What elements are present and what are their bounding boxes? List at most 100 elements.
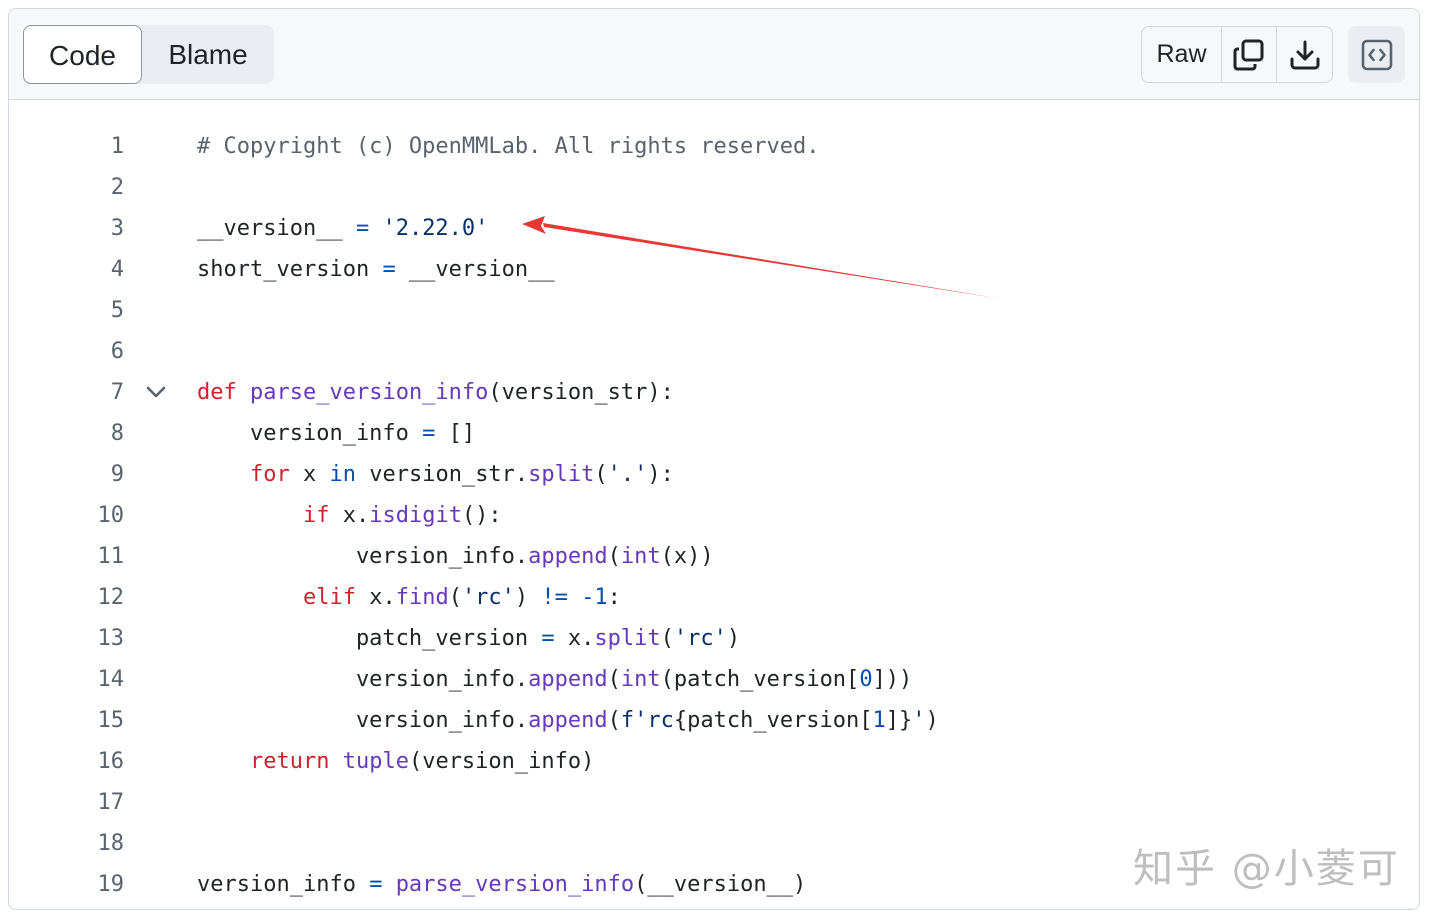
code-token: {patch_version[: [673, 708, 873, 733]
code-token: x.: [554, 626, 595, 651]
line-number[interactable]: 5: [9, 290, 124, 331]
line-number[interactable]: 8: [9, 413, 124, 454]
line-number[interactable]: 9: [9, 454, 124, 495]
code-line: 13 patch_version = x.split('rc'): [9, 618, 1419, 659]
line-number[interactable]: 6: [9, 331, 124, 372]
line-number[interactable]: 2: [9, 167, 124, 208]
code-token: x.: [329, 503, 370, 528]
watermark: 知乎 @小菱可: [1133, 846, 1400, 892]
line-number[interactable]: 15: [9, 700, 125, 741]
code-token: (: [660, 626, 674, 651]
file-header: Code Blame Raw: [9, 9, 1419, 100]
symbols-panel-button[interactable]: [1348, 26, 1405, 83]
code-token: append: [528, 544, 608, 569]
code-token: tuple: [342, 749, 409, 774]
code-token: =: [422, 421, 436, 446]
line-number[interactable]: 10: [9, 495, 125, 536]
line-number[interactable]: 18: [9, 823, 125, 864]
line-code: for x in version_str.split('.'):: [197, 454, 674, 495]
code-token: '2.22.0': [382, 216, 489, 241]
code-token: append: [528, 708, 608, 733]
code-token: =: [369, 872, 383, 897]
line-number[interactable]: 16: [9, 741, 125, 782]
code-token: version_info.: [197, 667, 529, 692]
code-line: 2: [9, 167, 1419, 208]
download-button[interactable]: [1277, 27, 1332, 82]
code-token: short_version: [197, 257, 383, 282]
line-code: def parse_version_info(version_str):: [197, 372, 674, 413]
code-token: for: [249, 462, 290, 487]
tab-code[interactable]: Code: [23, 25, 142, 84]
download-icon: [1290, 40, 1319, 69]
code-token: 'rc': [673, 626, 727, 651]
line-number[interactable]: 17: [9, 782, 125, 823]
code-token: x: [289, 462, 330, 487]
code-token: split: [528, 462, 595, 487]
code-token: parse_version_info: [395, 872, 635, 897]
code-token: 'rc': [461, 585, 515, 610]
code-token: int: [620, 544, 661, 569]
line-number[interactable]: 13: [9, 618, 125, 659]
code-token: (version_str):: [488, 380, 674, 405]
copy-button[interactable]: [1222, 27, 1277, 82]
view-switcher: Code Blame: [23, 25, 274, 84]
line-code: if x.isdigit():: [197, 495, 502, 536]
line-number[interactable]: 7: [9, 372, 124, 413]
code-line: 3 __version__ = '2.22.0': [9, 208, 1419, 249]
code-token: version_info.: [197, 708, 529, 733]
line-code: version_info = parse_version_info(__vers…: [197, 864, 806, 905]
line-code: elif x.find('rc') != -1:: [197, 577, 621, 618]
code-token: ): [514, 585, 542, 610]
line-code: # Copyright (c) OpenMMLab. All rights re…: [197, 126, 820, 167]
code-token: =: [541, 626, 555, 651]
code-token: isdigit: [369, 503, 462, 528]
copy-icon: [1233, 39, 1264, 70]
code-token: (: [448, 585, 462, 610]
line-number[interactable]: 1: [9, 126, 124, 167]
code-token: find: [395, 585, 449, 610]
tab-blame[interactable]: Blame: [142, 25, 274, 84]
code-token: ): [726, 626, 741, 651]
code-viewer: Code Blame Raw 1 # Copyright (c) OpenMML…: [8, 8, 1420, 910]
code-token: (: [594, 462, 608, 487]
code-token: []: [435, 421, 476, 446]
code-token: def: [197, 380, 237, 405]
line-code: version_info.append(int(x)): [197, 536, 714, 577]
line-code: return tuple(version_info): [197, 741, 594, 782]
code-token: =: [382, 257, 396, 282]
code-line: 1 # Copyright (c) OpenMMLab. All rights r…: [9, 126, 1419, 167]
raw-button[interactable]: Raw: [1142, 27, 1222, 82]
line-code: short_version = __version__: [197, 249, 555, 290]
line-number[interactable]: 12: [9, 577, 125, 618]
line-code: version_info.append(int(patch_version[0]…: [197, 659, 912, 700]
code-line: 14 version_info.append(int(patch_version…: [9, 659, 1419, 700]
code-token: elif: [302, 585, 356, 610]
code-token: ): [925, 708, 939, 733]
line-code: __version__ = '2.22.0': [197, 208, 488, 249]
code-token: '.': [607, 462, 648, 487]
code-token: (: [607, 708, 621, 733]
code-token: ]}: [885, 708, 913, 733]
code-line: 9 for x in version_str.split('.'):: [9, 454, 1419, 495]
code-token: int: [620, 667, 661, 692]
line-number[interactable]: 3: [9, 208, 124, 249]
code-token: ():: [461, 503, 502, 528]
code-line: 10 if x.isdigit():: [9, 495, 1419, 536]
code-token: (: [607, 667, 621, 692]
code-token: 0: [859, 667, 873, 692]
line-code: version_info.append(f'rc{patch_version[1…: [197, 700, 939, 741]
line-number[interactable]: 11: [9, 536, 125, 577]
chevron-down-icon[interactable]: [145, 384, 167, 400]
line-number[interactable]: 19: [9, 864, 125, 905]
code-token: (: [607, 544, 621, 569]
line-number[interactable]: 4: [9, 249, 124, 290]
code-token: split: [594, 626, 661, 651]
line-number[interactable]: 14: [9, 659, 125, 700]
code-line: 17: [9, 782, 1419, 823]
